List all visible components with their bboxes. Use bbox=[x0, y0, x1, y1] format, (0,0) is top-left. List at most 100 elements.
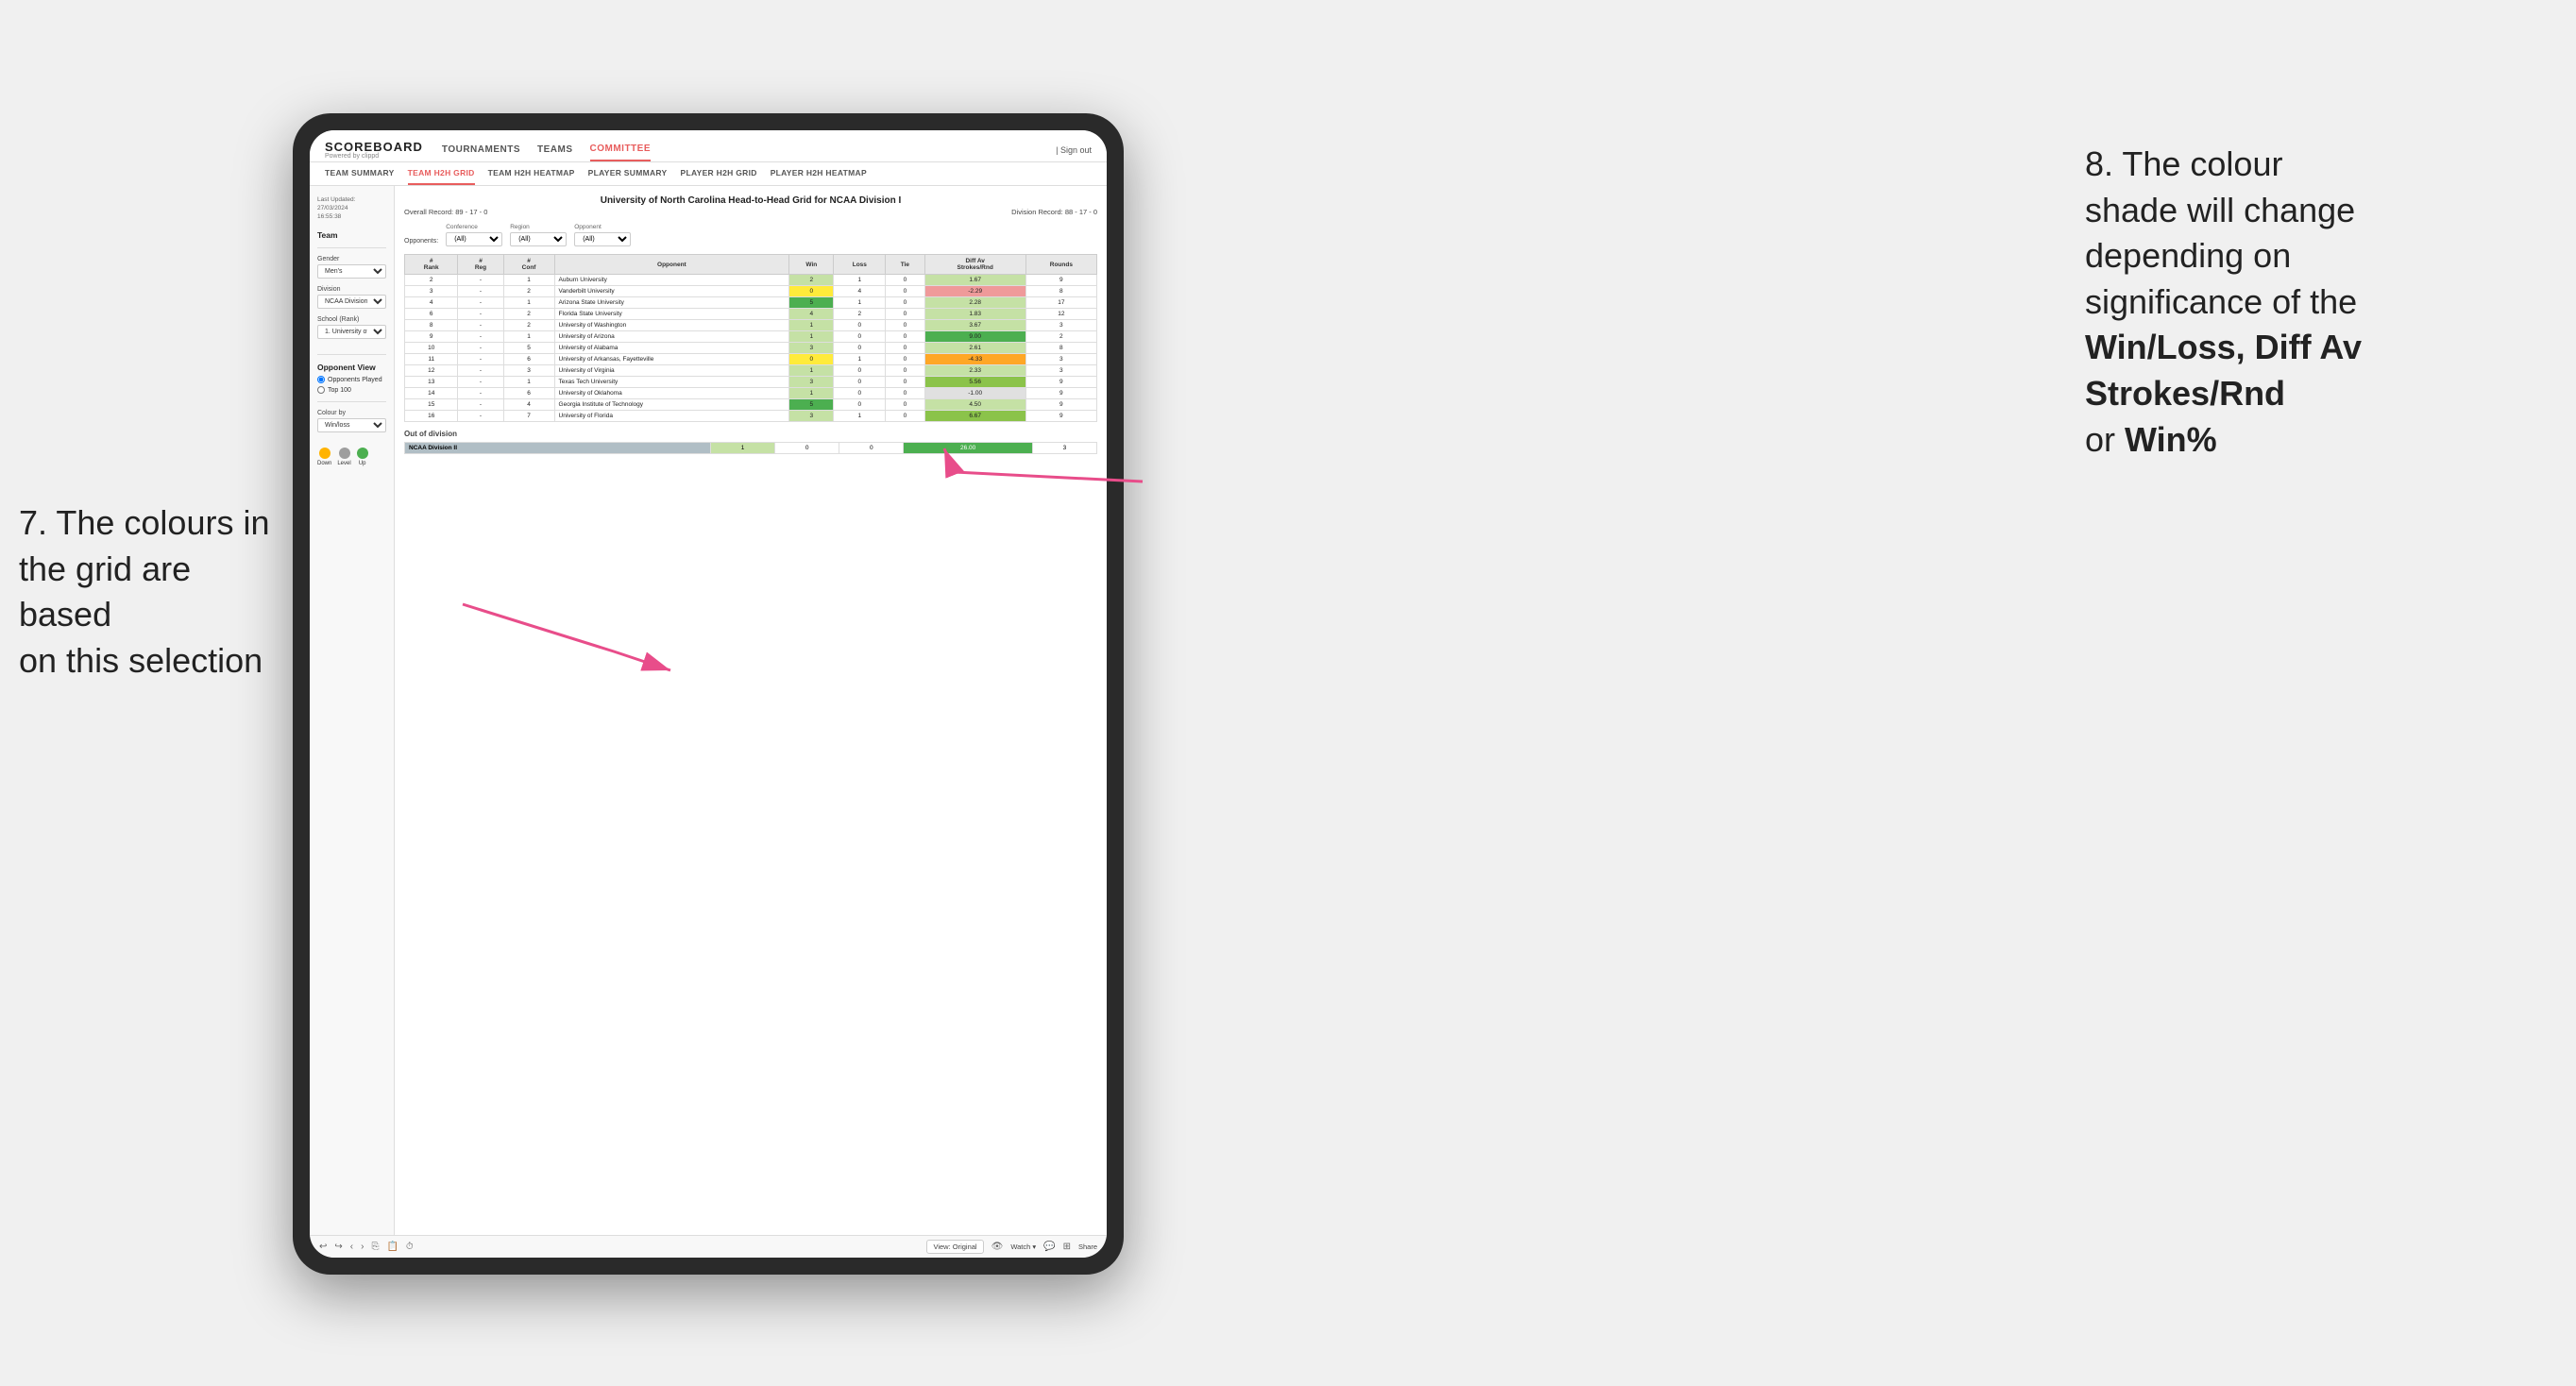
paste-icon[interactable]: 📋 bbox=[386, 1242, 398, 1252]
cell-win: 1 bbox=[789, 388, 834, 399]
cell-loss: 0 bbox=[834, 365, 886, 377]
cell-diff: 1.67 bbox=[924, 275, 1025, 286]
opponents-label: Opponents: bbox=[404, 238, 438, 246]
annotation-win-pct: Win% bbox=[2125, 420, 2217, 459]
cell-opponent: University of Oklahoma bbox=[554, 388, 789, 399]
cell-loss: 1 bbox=[834, 354, 886, 365]
cell-conf: 3 bbox=[503, 365, 554, 377]
cell-win: 4 bbox=[789, 309, 834, 320]
col-conf: #Conf bbox=[503, 255, 554, 275]
table-row: 10 - 5 University of Alabama 3 0 0 2.61 … bbox=[405, 343, 1097, 354]
col-rank: #Rank bbox=[405, 255, 458, 275]
nav-tournaments[interactable]: TOURNAMENTS bbox=[442, 139, 520, 161]
cell-rounds: 9 bbox=[1025, 399, 1096, 411]
cell-opponent: Texas Tech University bbox=[554, 377, 789, 388]
grid-icon[interactable]: ⊞ bbox=[1063, 1242, 1071, 1252]
division-select[interactable]: NCAA Division I bbox=[317, 295, 386, 309]
comment-icon[interactable]: 💬 bbox=[1043, 1242, 1055, 1252]
colour-by-select[interactable]: Win/loss bbox=[317, 418, 386, 432]
subnav-player-h2h-heatmap[interactable]: PLAYER H2H HEATMAP bbox=[771, 162, 867, 185]
right-annotation-text: 8. The colour shade will change dependin… bbox=[2085, 142, 2557, 463]
school-select[interactable]: 1. University of Nort... bbox=[317, 325, 386, 339]
subnav-team-h2h-grid[interactable]: TEAM H2H GRID bbox=[408, 162, 475, 185]
annotation-win-loss: Win/Loss, Diff AvStrokes/Rnd bbox=[2085, 328, 2362, 413]
cell-reg: - bbox=[458, 354, 503, 365]
subnav-player-h2h-grid[interactable]: PLAYER H2H GRID bbox=[681, 162, 757, 185]
legend-up: Up bbox=[357, 448, 368, 466]
logo-sub: Powered by clippd bbox=[325, 153, 423, 160]
cell-loss: 0 bbox=[834, 388, 886, 399]
opponent-select[interactable]: (All) bbox=[574, 232, 631, 246]
watch-btn[interactable]: Watch ▾ bbox=[1010, 1242, 1036, 1251]
timer-icon[interactable]: ⏱ bbox=[406, 1242, 414, 1252]
subnav-team-summary[interactable]: TEAM SUMMARY bbox=[325, 162, 395, 185]
nav-fwd-icon[interactable]: › bbox=[361, 1242, 364, 1252]
cell-win: 0 bbox=[789, 354, 834, 365]
overall-record: Overall Record: 89 - 17 - 0 bbox=[404, 208, 487, 216]
region-select[interactable]: (All) bbox=[510, 232, 567, 246]
cell-reg: - bbox=[458, 275, 503, 286]
cell-rank: 10 bbox=[405, 343, 458, 354]
radio-top100-input[interactable] bbox=[317, 386, 325, 394]
cell-loss: 0 bbox=[834, 320, 886, 331]
school-label: School (Rank) bbox=[317, 316, 386, 323]
main-grid: University of North Carolina Head-to-Hea… bbox=[395, 186, 1107, 1235]
sub-nav: TEAM SUMMARY TEAM H2H GRID TEAM H2H HEAT… bbox=[310, 162, 1107, 186]
redo-icon[interactable]: ↪ bbox=[334, 1242, 342, 1252]
gender-select[interactable]: Men's bbox=[317, 264, 386, 279]
cell-win: 2 bbox=[789, 275, 834, 286]
legend-up-dot bbox=[357, 448, 368, 459]
table-row: 12 - 3 University of Virginia 1 0 0 2.33… bbox=[405, 365, 1097, 377]
sign-out-label[interactable]: Sign out bbox=[1060, 145, 1092, 155]
subnav-player-summary[interactable]: PLAYER SUMMARY bbox=[588, 162, 668, 185]
cell-opponent: Georgia Institute of Technology bbox=[554, 399, 789, 411]
nav-back-icon[interactable]: ‹ bbox=[350, 1242, 353, 1252]
team-section-title: Team bbox=[317, 230, 386, 240]
cell-conf: 2 bbox=[503, 286, 554, 297]
radio-opponents-played[interactable]: Opponents Played bbox=[317, 376, 386, 383]
conference-select[interactable]: (All) bbox=[446, 232, 502, 246]
view-original-btn[interactable]: View: Original bbox=[926, 1240, 983, 1254]
cell-opponent: Auburn University bbox=[554, 275, 789, 286]
out-of-division-label: Out of division bbox=[404, 430, 1097, 438]
cell-loss: 0 bbox=[834, 343, 886, 354]
cell-rank: 11 bbox=[405, 354, 458, 365]
cell-win: 3 bbox=[789, 377, 834, 388]
copy-icon[interactable]: ⎘ bbox=[371, 1242, 379, 1252]
region-label: Region bbox=[510, 224, 567, 230]
sign-out[interactable]: | Sign out bbox=[1056, 145, 1092, 155]
cell-opponent: University of Arkansas, Fayetteville bbox=[554, 354, 789, 365]
cell-conf: 1 bbox=[503, 275, 554, 286]
right-annotation: 8. The colour shade will change dependin… bbox=[2085, 142, 2557, 463]
cell-conf: 6 bbox=[503, 354, 554, 365]
undo-icon[interactable]: ↩ bbox=[319, 1242, 327, 1252]
legend-row: Down Level Up bbox=[317, 448, 386, 466]
out-of-division-table: NCAA Division II 1 0 0 26.00 3 bbox=[404, 442, 1097, 454]
subnav-team-h2h-heatmap[interactable]: TEAM H2H HEATMAP bbox=[488, 162, 575, 185]
nav-teams[interactable]: TEAMS bbox=[537, 139, 573, 161]
cell-reg: - bbox=[458, 388, 503, 399]
table-row: 15 - 4 Georgia Institute of Technology 5… bbox=[405, 399, 1097, 411]
table-row: 4 - 1 Arizona State University 5 1 0 2.2… bbox=[405, 297, 1097, 309]
cell-opponent: University of Arizona bbox=[554, 331, 789, 343]
nav-committee[interactable]: COMMITTEE bbox=[590, 138, 652, 161]
table-row: 6 - 2 Florida State University 4 2 0 1.8… bbox=[405, 309, 1097, 320]
share-btn[interactable]: Share bbox=[1078, 1242, 1097, 1251]
cell-tie: 0 bbox=[886, 343, 924, 354]
cell-conf: 7 bbox=[503, 411, 554, 422]
data-table: #Rank #Reg #Conf Opponent Win Loss Tie D… bbox=[404, 254, 1097, 422]
cell-rank: 14 bbox=[405, 388, 458, 399]
cell-rank: 9 bbox=[405, 331, 458, 343]
legend-down: Down bbox=[317, 448, 331, 466]
out-div-row: NCAA Division II 1 0 0 26.00 3 bbox=[405, 443, 1097, 454]
cell-opponent: Arizona State University bbox=[554, 297, 789, 309]
cell-rounds: 17 bbox=[1025, 297, 1096, 309]
table-row: 2 - 1 Auburn University 2 1 0 1.67 9 bbox=[405, 275, 1097, 286]
table-row: 9 - 1 University of Arizona 1 0 0 9.00 2 bbox=[405, 331, 1097, 343]
radio-opponents-input[interactable] bbox=[317, 376, 325, 383]
cell-loss: 0 bbox=[834, 331, 886, 343]
cell-rounds: 3 bbox=[1025, 354, 1096, 365]
radio-top100[interactable]: Top 100 bbox=[317, 386, 386, 394]
cell-reg: - bbox=[458, 343, 503, 354]
left-annotation: 7. The colours in the grid are based on … bbox=[19, 500, 293, 684]
